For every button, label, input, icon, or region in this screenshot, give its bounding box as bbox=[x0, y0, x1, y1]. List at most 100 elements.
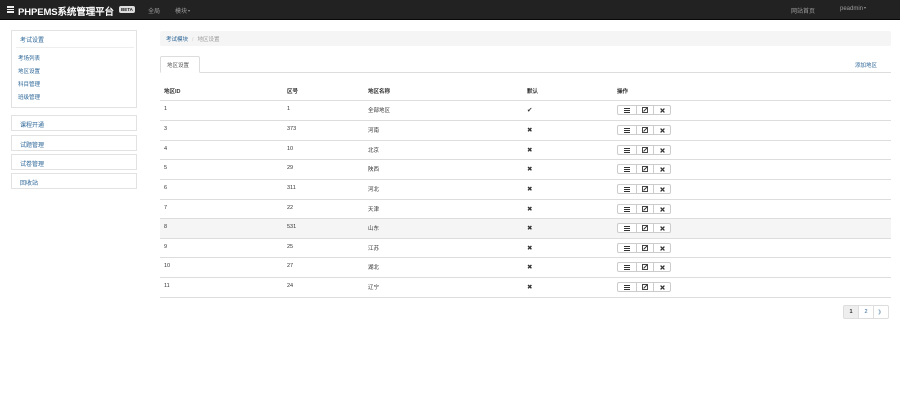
subareas-button[interactable] bbox=[617, 243, 637, 253]
breadcrumb-exam-module[interactable]: 考试模块 bbox=[166, 37, 188, 43]
cell-area-code: 531 bbox=[287, 224, 297, 230]
subareas-button[interactable] bbox=[617, 125, 637, 135]
list-icon bbox=[624, 206, 630, 212]
subareas-button[interactable] bbox=[617, 204, 637, 214]
tab-area-settings[interactable]: 地区设置 bbox=[160, 56, 200, 73]
edit-icon bbox=[642, 166, 648, 172]
cell-area-code: 311 bbox=[287, 185, 296, 191]
delete-button[interactable] bbox=[653, 145, 671, 155]
delete-icon bbox=[659, 264, 665, 270]
edit-button[interactable] bbox=[636, 125, 654, 135]
cross-icon: ✖ bbox=[527, 225, 533, 232]
delete-button[interactable] bbox=[653, 262, 671, 272]
delete-icon bbox=[659, 284, 665, 290]
edit-icon bbox=[642, 186, 648, 192]
caret-down-icon bbox=[188, 10, 191, 13]
table-row: 11 24 辽宁 ✖ bbox=[160, 277, 891, 297]
sidebar-heading-exam-settings[interactable]: 考试设置 bbox=[16, 35, 48, 44]
cell-area-code: 24 bbox=[287, 283, 294, 289]
delete-icon bbox=[659, 107, 665, 113]
check-icon: ✔ bbox=[527, 107, 533, 114]
subareas-button[interactable] bbox=[617, 223, 637, 233]
sidebar-item-questions[interactable]: 试题管理 bbox=[16, 140, 48, 149]
cell-area-name: 河南 bbox=[368, 128, 380, 134]
edit-button[interactable] bbox=[636, 204, 654, 214]
sidebar-item-recycle[interactable]: 回收站 bbox=[16, 178, 42, 187]
cell-area-id: 8 bbox=[164, 224, 168, 230]
nav-global[interactable]: 全局 bbox=[148, 6, 160, 15]
table-row: 5 29 陕西 ✖ bbox=[160, 159, 891, 179]
sidebar-questions[interactable]: 试题管理 bbox=[11, 135, 137, 151]
subareas-button[interactable] bbox=[617, 145, 637, 155]
edit-button[interactable] bbox=[636, 164, 654, 174]
subareas-button[interactable] bbox=[617, 164, 637, 174]
sidebar-item-papers[interactable]: 试卷管理 bbox=[16, 159, 48, 168]
delete-button[interactable] bbox=[653, 223, 671, 233]
delete-icon bbox=[659, 206, 665, 212]
pagination: 1 2 》 bbox=[843, 305, 889, 319]
delete-button[interactable] bbox=[653, 204, 671, 214]
table-row: 6 311 河北 ✖ bbox=[160, 179, 891, 199]
row-action-group bbox=[617, 125, 671, 135]
edit-icon bbox=[642, 147, 648, 153]
cell-area-code: 29 bbox=[287, 165, 294, 171]
edit-button[interactable] bbox=[636, 223, 654, 233]
page-1[interactable]: 1 bbox=[843, 305, 859, 319]
sidebar-course[interactable]: 课程开通 bbox=[11, 115, 137, 131]
header-area-name: 地区名称 bbox=[368, 89, 391, 95]
sidebar-recycle[interactable]: 回收站 bbox=[11, 173, 137, 189]
sidebar-item-subjects[interactable]: 科目管理 bbox=[18, 80, 40, 88]
row-action-group bbox=[617, 204, 671, 214]
delete-button[interactable] bbox=[653, 282, 671, 292]
delete-icon bbox=[659, 245, 665, 251]
row-action-group bbox=[617, 243, 671, 253]
cell-area-code: 1 bbox=[287, 106, 291, 112]
nav-user-menu[interactable]: peadmin bbox=[840, 6, 867, 12]
sidebar-item-course[interactable]: 课程开通 bbox=[16, 120, 48, 129]
table-row: 7 22 天津 ✖ bbox=[160, 199, 891, 219]
edit-button[interactable] bbox=[636, 184, 654, 194]
subareas-button[interactable] bbox=[617, 105, 637, 115]
edit-button[interactable] bbox=[636, 262, 654, 272]
edit-icon bbox=[642, 127, 648, 133]
delete-button[interactable] bbox=[653, 184, 671, 194]
cell-area-name: 江苏 bbox=[368, 246, 380, 252]
header-default: 默认 bbox=[527, 89, 539, 95]
sidebar-papers[interactable]: 试卷管理 bbox=[11, 154, 137, 170]
delete-button[interactable] bbox=[653, 164, 671, 174]
cell-area-name: 天津 bbox=[368, 207, 380, 213]
page-2[interactable]: 2 bbox=[858, 305, 874, 319]
brand-title[interactable]: PHPEMS系统管理平台 bbox=[18, 4, 114, 18]
sidebar-item-exam-rooms[interactable]: 考场列表 bbox=[18, 54, 40, 62]
delete-button[interactable] bbox=[653, 105, 671, 115]
sidebar-item-area-settings[interactable]: 地区设置 bbox=[18, 67, 40, 75]
edit-icon bbox=[642, 264, 648, 270]
cell-area-id: 4 bbox=[164, 146, 168, 152]
delete-button[interactable] bbox=[653, 243, 671, 253]
menu-icon[interactable] bbox=[7, 6, 14, 13]
sidebar-item-classes[interactable]: 班级管理 bbox=[18, 93, 40, 101]
cell-area-name: 陕西 bbox=[368, 167, 380, 173]
edit-button[interactable] bbox=[636, 145, 654, 155]
cell-area-id: 3 bbox=[164, 126, 168, 132]
edit-button[interactable] bbox=[636, 282, 654, 292]
nav-modules[interactable]: 模块 bbox=[175, 6, 191, 15]
edit-button[interactable] bbox=[636, 243, 654, 253]
cross-icon: ✖ bbox=[527, 264, 533, 271]
cell-area-code: 22 bbox=[287, 205, 294, 211]
add-area-link[interactable]: 添加地区 bbox=[855, 61, 877, 69]
subareas-button[interactable] bbox=[617, 184, 637, 194]
nav-site-home[interactable]: 网站首页 bbox=[791, 6, 815, 15]
list-icon bbox=[624, 166, 630, 172]
edit-button[interactable] bbox=[636, 105, 654, 115]
edit-icon bbox=[642, 245, 648, 251]
delete-icon bbox=[659, 166, 665, 172]
subareas-button[interactable] bbox=[617, 262, 637, 272]
row-action-group bbox=[617, 223, 671, 233]
cell-area-id: 11 bbox=[164, 283, 170, 289]
cell-area-id: 1 bbox=[164, 106, 168, 112]
page-next[interactable]: 》 bbox=[873, 305, 889, 319]
cell-area-name: 湖北 bbox=[368, 265, 380, 271]
delete-button[interactable] bbox=[653, 125, 671, 135]
subareas-button[interactable] bbox=[617, 282, 637, 292]
